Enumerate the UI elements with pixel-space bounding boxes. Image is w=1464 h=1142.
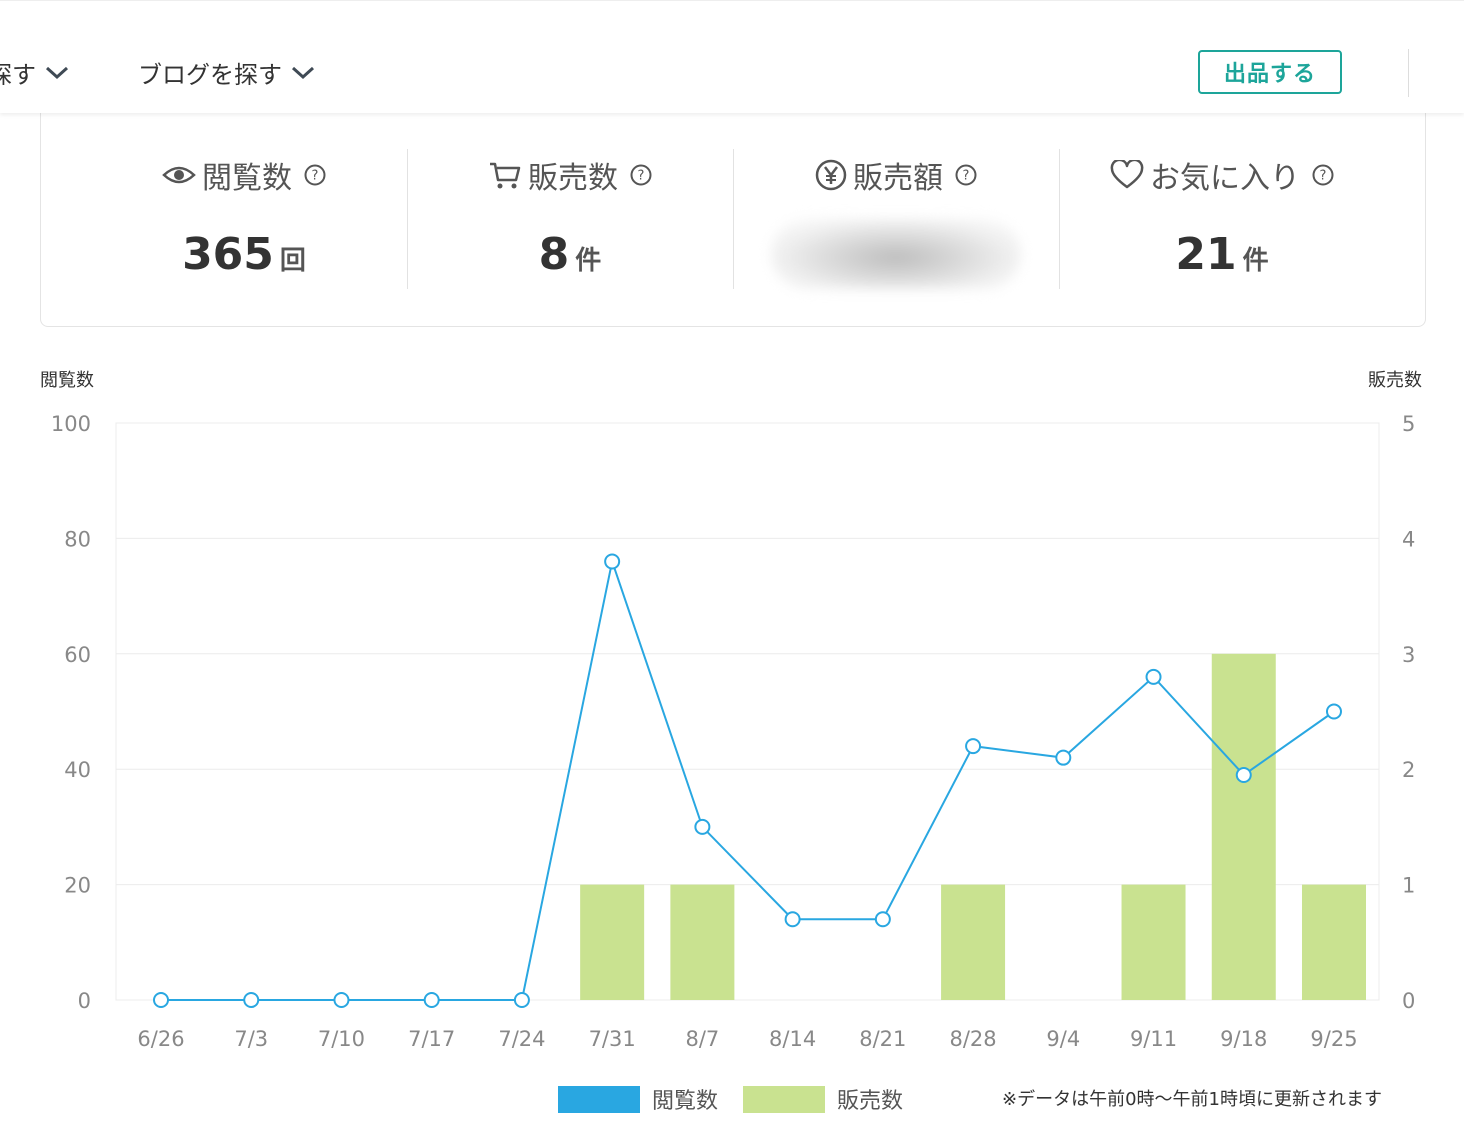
views-point [874,911,891,928]
y-left-tick-label: 40 [64,758,91,782]
x-tick-label: 9/18 [1220,1027,1267,1051]
x-tick-label: 9/25 [1310,1027,1357,1051]
yen-icon [815,159,847,191]
views-point [694,818,711,835]
y-left-tick-label: 100 [51,412,91,436]
svg-text:?: ? [963,169,970,184]
views-point [965,738,982,755]
y-right-tick-label: 3 [1402,643,1415,667]
nav-search-dropdown[interactable]: 探す [0,55,70,90]
x-tick-label: 9/4 [1046,1027,1080,1051]
views-point [513,992,530,1008]
x-tick-label: 8/28 [949,1027,996,1051]
left-axis-title: 閲覧数 [40,370,94,391]
stat-views-unit: 回 [279,246,306,276]
nav-blog-search-dropdown[interactable]: ブログを探す [138,55,316,90]
help-icon[interactable]: ? [304,164,326,186]
y-right-tick-label: 1 [1402,874,1415,898]
svg-text:?: ? [312,169,319,184]
views-point [423,992,440,1008]
y-left-tick-label: 20 [64,874,91,898]
cart-icon [490,162,521,189]
stat-views-label: 閲覧数 [202,161,292,196]
views-point [1055,749,1072,766]
sales-bar [1301,884,1366,1000]
redacted-value [771,219,1021,289]
help-icon[interactable]: ? [955,164,977,186]
x-tick-label: 8/21 [859,1027,906,1051]
x-tick-label: 8/7 [685,1027,719,1051]
chevron-down-icon [291,66,315,79]
stat-favorites-value: 21 [1175,229,1237,280]
y-right-tick-label: 0 [1402,989,1415,1013]
legend-sales[interactable]: 販売数 [743,1083,903,1115]
stat-sales-count-label: 販売数 [528,161,618,196]
views-point [1325,703,1342,720]
stat-sales-count-unit: 件 [575,246,602,276]
sales-bar [941,884,1006,1000]
stat-sales-count: 販売数 ? 8件 [407,149,733,289]
help-icon[interactable]: ? [630,164,652,186]
sell-button[interactable]: 出品する [1198,50,1342,94]
x-tick-label: 7/3 [234,1027,268,1051]
sales-bar [670,884,735,1000]
y-right-tick-label: 5 [1402,412,1415,436]
stats-summary-card: 閲覧数 ? 365 回 販売数 ? 8件 販売額 ? お気に入り ? 21 件 [40,100,1426,327]
heart-icon [1110,160,1144,189]
stat-favorites-label: お気に入り [1150,161,1300,196]
legend-views-label: 閲覧数 [652,1089,719,1114]
stat-views-value: 365 [182,229,274,280]
sales-bar [1121,884,1186,1000]
views-point [604,553,621,570]
y-right-tick-label: 2 [1402,758,1415,782]
stat-sales-amount: 販売額 ? [733,149,1059,289]
views-point [1235,766,1252,783]
nav-blog-search-label: ブログを探す [138,61,282,89]
y-left-tick-label: 80 [64,527,91,551]
legend-views-swatch [558,1085,640,1113]
stat-favorites-unit: 件 [1242,246,1269,276]
views-point [784,911,801,928]
views-point [243,992,260,1008]
plot-area-border [115,422,1380,1001]
legend-sales-swatch [743,1085,825,1113]
y-left-tick-label: 0 [78,989,91,1013]
views-point [1145,668,1162,685]
sales-bar [580,884,645,1000]
y-right-tick-label: 4 [1402,527,1415,551]
svg-text:?: ? [1320,169,1327,184]
x-tick-label: 7/31 [589,1027,636,1051]
stat-favorites: お気に入り ? 21 件 [1059,149,1385,289]
nav-divider [1408,49,1409,97]
chevron-down-icon [45,66,69,79]
x-tick-label: 7/17 [408,1027,455,1051]
x-tick-label: 6/26 [137,1027,184,1051]
stat-views: 閲覧数 ? 365 回 [81,149,407,289]
views-sales-chart: 0 20 40 60 80 100 0 1 2 3 4 5 6/26 7/3 7/10 7/17 7/24 7/3… [51,412,1415,1051]
top-nav-bar: 探す ブログを探す 出品する [0,0,1464,113]
views-point [153,992,169,1008]
right-axis-title: 販売数 [1368,370,1422,391]
sales-bar [1211,653,1276,1000]
nav-search-label: 探す [0,61,36,89]
svg-text:?: ? [638,169,645,184]
views-point [333,992,350,1008]
stat-sales-amount-label: 販売額 [853,161,943,196]
x-tick-label: 8/14 [769,1027,816,1051]
update-note: ※データは午前0時〜午前1時頃に更新されます [1002,1089,1382,1110]
x-tick-label: 9/11 [1130,1027,1177,1051]
legend-views[interactable]: 閲覧数 [558,1083,718,1115]
eye-icon [162,166,196,184]
y-left-tick-label: 60 [64,643,91,667]
legend-sales-label: 販売数 [837,1089,904,1114]
x-tick-label: 7/10 [318,1027,365,1051]
help-icon[interactable]: ? [1312,164,1334,186]
x-tick-label: 7/24 [498,1027,545,1051]
stat-sales-count-value: 8 [538,229,570,280]
